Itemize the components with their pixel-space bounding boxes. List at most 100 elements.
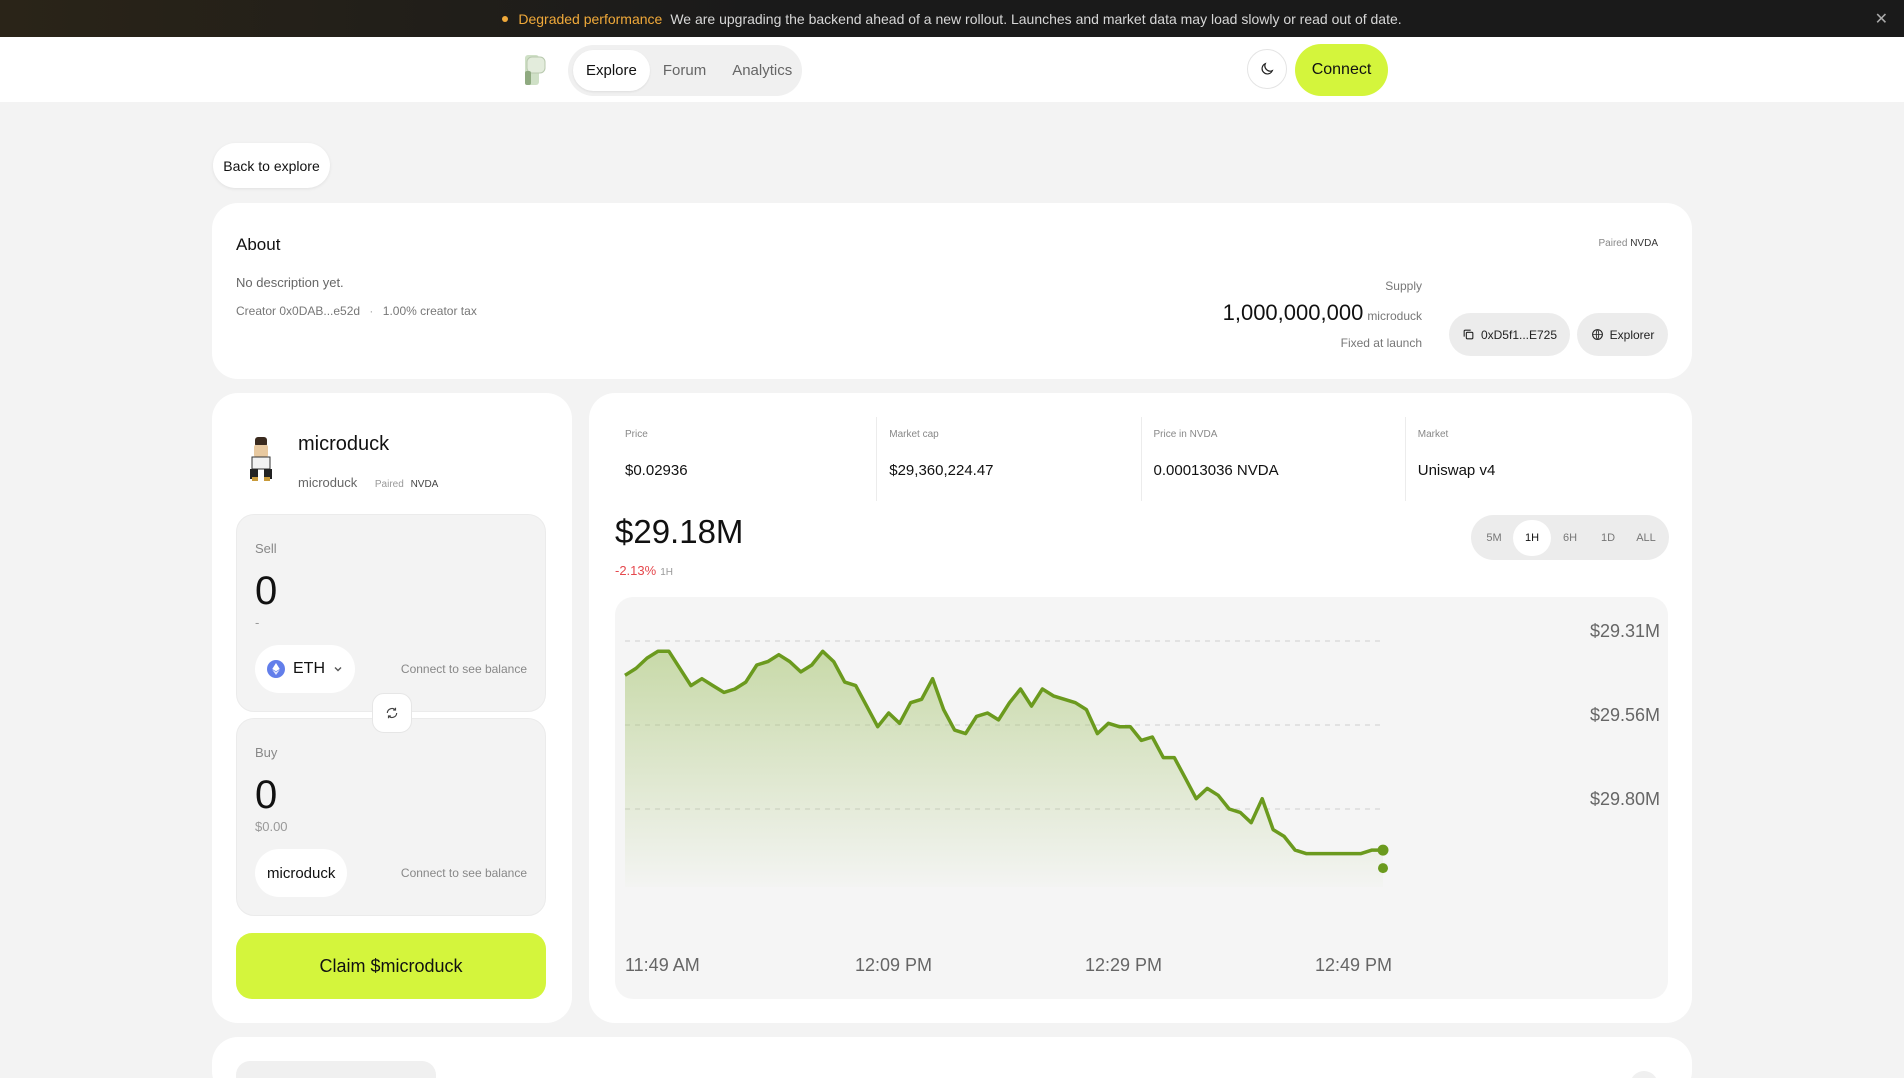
x-tick-label: 11:49 AM — [625, 955, 700, 975]
x-tick-label: 12:29 PM — [1085, 955, 1163, 975]
buy-token-selector[interactable]: microduck — [255, 849, 348, 897]
y-tick-label: $29.31M — [1589, 621, 1660, 641]
creator-tax: 1.00% creator tax — [382, 304, 477, 318]
moon-icon — [1261, 62, 1274, 75]
warning-dot-icon — [502, 15, 509, 22]
stat-value: $0.02936 — [625, 462, 688, 479]
banner-message: We are upgrading the backend ahead of a … — [670, 10, 1402, 27]
sell-token-selector[interactable]: ETH — [255, 645, 355, 693]
supply-note: Fixed at launch — [1340, 336, 1422, 350]
meta-separator: · — [369, 304, 374, 318]
token-symbol: microduck — [298, 475, 358, 490]
x-tick-label: 12:49 PM — [1315, 955, 1393, 975]
stat-price: Price $0.02936 — [613, 417, 878, 501]
stat-market-cap: Market cap $29,360,224.47 — [877, 417, 1142, 501]
swap-card: microduck microduck Paired NVDA Sell 0 -… — [212, 393, 572, 1023]
sell-panel: Sell 0 - ETH Connect to see balance — [236, 514, 546, 712]
creator-address[interactable]: Creator 0x0DAB...e52d — [236, 304, 360, 318]
buy-usd-value: $0.00 — [255, 819, 288, 834]
token-paired: Paired NVDA — [375, 479, 438, 490]
supply-number: 1,000,000,000 — [1222, 300, 1364, 325]
stat-value: $29,360,224.47 — [889, 462, 994, 479]
y-tick-label: $29.56M — [1589, 705, 1660, 725]
price-chart[interactable]: $29.31M $29.56M $29.80M 11:49 AM 12:09 P… — [615, 597, 1668, 999]
refresh-icon — [386, 707, 398, 719]
token-name: microduck — [298, 433, 390, 455]
contract-address: 0xD5f1...E725 — [1480, 327, 1558, 342]
paired-tag: Paired NVDA — [1599, 238, 1658, 249]
bottom-action-button[interactable] — [1630, 1071, 1658, 1078]
buy-token-symbol: microduck — [267, 864, 336, 882]
stat-label: Market cap — [889, 429, 939, 440]
buy-amount-input[interactable]: 0 — [255, 773, 277, 818]
sell-token-symbol: ETH — [293, 660, 325, 677]
headline-value: $29.18M — [615, 513, 744, 550]
sell-balance-hint: Connect to see balance — [400, 662, 527, 676]
banner-status: Degraded performance — [518, 10, 663, 27]
price-change: -2.13% 1H — [615, 563, 673, 578]
nav-explore[interactable]: Explore — [573, 50, 650, 91]
supply-unit: microduck — [1367, 309, 1422, 323]
claim-button[interactable]: Claim $microduck — [236, 933, 546, 999]
nav-forum[interactable]: Forum — [650, 50, 719, 91]
stat-value: Uniswap v4 — [1417, 462, 1496, 479]
sell-label: Sell — [255, 541, 277, 556]
change-period: 1H — [660, 567, 673, 578]
chevron-down-icon — [334, 667, 342, 672]
stat-market: Market Uniswap v4 — [1406, 417, 1669, 501]
nav-tabs: Explore Forum Analytics — [568, 45, 802, 96]
chart-svg — [624, 640, 1389, 887]
token-avatar — [250, 437, 272, 481]
theme-toggle-button[interactable] — [1247, 49, 1287, 89]
paired-label: Paired — [1598, 238, 1628, 249]
buy-panel: Buy 0 $0.00 microduck Connect to see bal… — [236, 718, 546, 916]
stat-label: Price in NVDA — [1153, 429, 1218, 440]
globe-icon — [1591, 329, 1603, 340]
connect-button[interactable]: Connect — [1295, 44, 1388, 96]
top-nav: Explore Forum Analytics Connect — [0, 37, 1904, 102]
close-icon[interactable]: ✕ — [1875, 9, 1888, 29]
y-tick-label: $29.80M — [1589, 789, 1660, 809]
eth-icon — [267, 660, 285, 678]
about-meta: Creator 0x0DAB...e52d · 1.00% creator ta… — [236, 304, 477, 318]
timeframe-selector: 5M 1H 6H 1D ALL — [1471, 515, 1669, 560]
token-paired-label: Paired — [374, 479, 404, 490]
buy-label: Buy — [255, 745, 278, 760]
timeframe-5m[interactable]: 5M — [1475, 520, 1513, 556]
status-banner: Degraded performance We are upgrading th… — [0, 0, 1904, 37]
x-tick-label: 12:09 PM — [855, 955, 933, 975]
sell-amount-input[interactable]: 0 — [255, 569, 277, 614]
back-to-explore-button[interactable]: Back to explore — [213, 143, 330, 188]
explorer-button[interactable]: Explorer — [1577, 313, 1668, 356]
bottom-tab-bar[interactable] — [236, 1061, 436, 1078]
swap-direction-button[interactable] — [372, 693, 412, 733]
timeframe-all[interactable]: ALL — [1627, 520, 1665, 556]
buy-balance-hint: Connect to see balance — [400, 866, 527, 880]
chart-cursor-marker — [1378, 863, 1388, 874]
supply-value: 1,000,000,000 microduck — [1223, 300, 1422, 326]
timeframe-1d[interactable]: 1D — [1589, 520, 1627, 556]
chart-last-point — [1377, 844, 1389, 856]
about-card: About No description yet. Creator 0x0DAB… — [212, 203, 1692, 379]
stat-value: 0.00013036 NVDA — [1153, 462, 1279, 479]
copy-icon — [1463, 329, 1474, 340]
copy-address-button[interactable]: 0xD5f1...E725 — [1449, 313, 1570, 356]
supply-label: Supply — [1385, 279, 1422, 293]
paired-value: NVDA — [1630, 238, 1658, 249]
change-value: -2.13% — [615, 563, 657, 578]
about-title: About — [236, 235, 281, 254]
token-paired-value: NVDA — [410, 479, 439, 490]
token-subtitle: microduck Paired NVDA — [298, 475, 438, 490]
timeframe-6h[interactable]: 6H — [1551, 520, 1589, 556]
timeframe-1h[interactable]: 1H — [1513, 519, 1551, 556]
about-description: No description yet. — [236, 275, 344, 290]
market-card: Price $0.02936 Market cap $29,360,224.47… — [589, 393, 1692, 1023]
stat-label: Market — [1417, 429, 1449, 440]
logo-icon[interactable] — [522, 53, 548, 87]
explorer-label: Explorer — [1609, 327, 1655, 342]
market-stats: Price $0.02936 Market cap $29,360,224.47… — [613, 417, 1669, 501]
sell-usd-value: - — [255, 615, 260, 630]
bottom-card — [212, 1037, 1692, 1078]
nav-analytics[interactable]: Analytics — [719, 50, 805, 91]
stat-label: Price — [625, 429, 648, 440]
